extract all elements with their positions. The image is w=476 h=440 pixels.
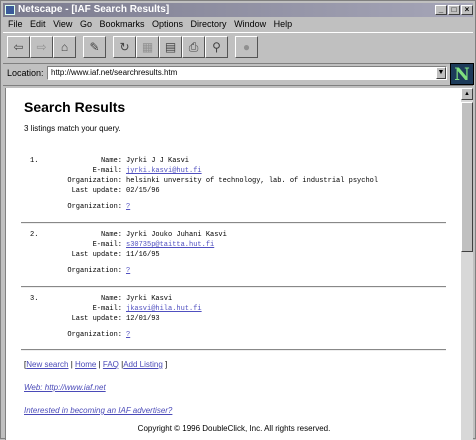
open-button[interactable]: ▤	[159, 36, 182, 58]
print-button[interactable]: ⎙	[182, 36, 205, 58]
close-button[interactable]: ×	[461, 5, 473, 15]
find-button[interactable]: ⚲	[205, 36, 228, 58]
email-label: E-mail:	[92, 167, 122, 175]
back-button[interactable]: ⇦	[7, 36, 30, 58]
toolbar: ⇦ ⇨ ⌂ ✎ ↻ ▦ ▤ ⎙ ⚲ ●	[3, 32, 473, 64]
forward-arrow-icon: ⇨	[36, 40, 47, 54]
netscape-app-icon[interactable]	[5, 5, 15, 15]
organization-link[interactable]: ?	[126, 330, 130, 340]
last-update-label: Last update:	[71, 187, 122, 195]
scroll-thumb[interactable]	[461, 102, 473, 252]
email-link[interactable]: jyrki.kasvi@hut.fi	[126, 166, 202, 176]
images-button[interactable]: ▦	[136, 36, 159, 58]
browser-window: Netscape - [IAF Search Results] _ □ × Fi…	[0, 0, 476, 440]
menu-window[interactable]: Window	[234, 19, 266, 29]
last-update-label: Last update:	[71, 315, 122, 323]
result-last-update: 02/15/96	[126, 187, 160, 195]
add-listing-link[interactable]: Add Listing	[123, 360, 163, 369]
email-label: E-mail:	[92, 305, 122, 313]
menu-options[interactable]: Options	[152, 19, 183, 29]
title-bar: Netscape - [IAF Search Results] _ □ ×	[3, 3, 473, 17]
images-icon: ▦	[141, 40, 154, 54]
organization-label: Organization:	[67, 203, 122, 211]
last-update-label: Last update:	[71, 251, 122, 259]
result-name: Jyrki Kasvi	[126, 295, 173, 303]
divider	[21, 286, 446, 288]
name-label: Name:	[100, 295, 122, 303]
home-icon: ⌂	[60, 40, 69, 54]
open-icon: ▤	[164, 40, 177, 54]
result-last-update: 11/16/95	[126, 251, 160, 259]
menu-bar: File Edit View Go Bookmarks Options Dire…	[3, 18, 473, 31]
stop-button[interactable]: ●	[235, 36, 258, 58]
home-link[interactable]: Home	[75, 360, 96, 369]
result-last-update: 12/01/93	[126, 315, 160, 323]
nav-links: [New search | Home | FAQ |Add Listing ]	[24, 360, 167, 369]
organization-link[interactable]: ?	[126, 266, 130, 276]
menu-file[interactable]: File	[8, 19, 23, 29]
back-arrow-icon: ⇦	[13, 40, 24, 54]
organization-label: Organization:	[67, 331, 122, 339]
location-input[interactable]: http://www.iaf.net/searchresults.htm	[47, 66, 447, 80]
organization-label: Organization:	[67, 177, 122, 185]
pencil-icon: ✎	[89, 40, 100, 54]
result-name: Jyrki J J Kasvi	[126, 157, 190, 165]
organization-link[interactable]: ?	[126, 202, 130, 212]
location-bar: Location: http://www.iaf.net/searchresul…	[3, 63, 474, 86]
result-organization: helsinki unversity of technology, lab. o…	[126, 177, 379, 185]
menu-edit[interactable]: Edit	[30, 19, 46, 29]
name-label: Name:	[100, 157, 122, 165]
organization-label: Organization:	[67, 267, 122, 275]
nav-bracket-close: ]	[162, 360, 168, 369]
scroll-up-button[interactable]: ▲	[461, 88, 473, 100]
stop-icon: ●	[242, 40, 251, 54]
name-label: Name:	[100, 231, 122, 239]
divider	[21, 349, 446, 351]
menu-go[interactable]: Go	[80, 19, 92, 29]
forward-button[interactable]: ⇨	[30, 36, 53, 58]
divider	[21, 222, 446, 224]
email-link[interactable]: s30735p@taitta.hut.fi	[126, 240, 214, 250]
reload-button[interactable]: ↻	[113, 36, 136, 58]
maximize-button[interactable]: □	[448, 5, 460, 15]
print-icon: ⎙	[188, 40, 199, 54]
advertiser-link[interactable]: Interested in becoming an IAF advertiser…	[24, 406, 172, 415]
page-content: Search Results 3 listings match your que…	[5, 88, 462, 440]
advertiser-line: Interested in becoming an IAF advertiser…	[24, 406, 172, 415]
email-link[interactable]: jkasvi@hila.hut.fi	[126, 304, 202, 314]
netscape-logo-icon[interactable]: N	[450, 63, 474, 85]
web-line: Web: http://www.iaf.net	[24, 383, 106, 392]
window-title: Netscape - [IAF Search Results]	[18, 4, 170, 15]
menu-directory[interactable]: Directory	[191, 19, 227, 29]
results-summary: 3 listings match your query.	[24, 124, 121, 133]
web-link[interactable]: Web: http://www.iaf.net	[24, 383, 106, 392]
new-search-link[interactable]: New search	[26, 360, 68, 369]
location-label: Location:	[7, 68, 44, 78]
page-title: Search Results	[24, 99, 126, 115]
copyright-text: Copyright © 1996 DoubleClick, Inc. All r…	[137, 424, 331, 433]
reload-icon: ↻	[119, 40, 130, 54]
menu-bookmarks[interactable]: Bookmarks	[99, 19, 144, 29]
menu-view[interactable]: View	[53, 19, 72, 29]
result-name: Jyrki Jouko Juhani Kasvi	[126, 231, 227, 239]
edit-button[interactable]: ✎	[83, 36, 106, 58]
menu-help[interactable]: Help	[274, 19, 293, 29]
email-label: E-mail:	[92, 241, 122, 249]
minimize-button[interactable]: _	[435, 5, 447, 15]
location-dropdown-button[interactable]: ▼	[436, 67, 446, 79]
vertical-scrollbar[interactable]: ▲	[461, 88, 473, 440]
find-icon: ⚲	[212, 40, 221, 54]
faq-link[interactable]: FAQ	[103, 360, 119, 369]
home-button[interactable]: ⌂	[53, 36, 76, 58]
